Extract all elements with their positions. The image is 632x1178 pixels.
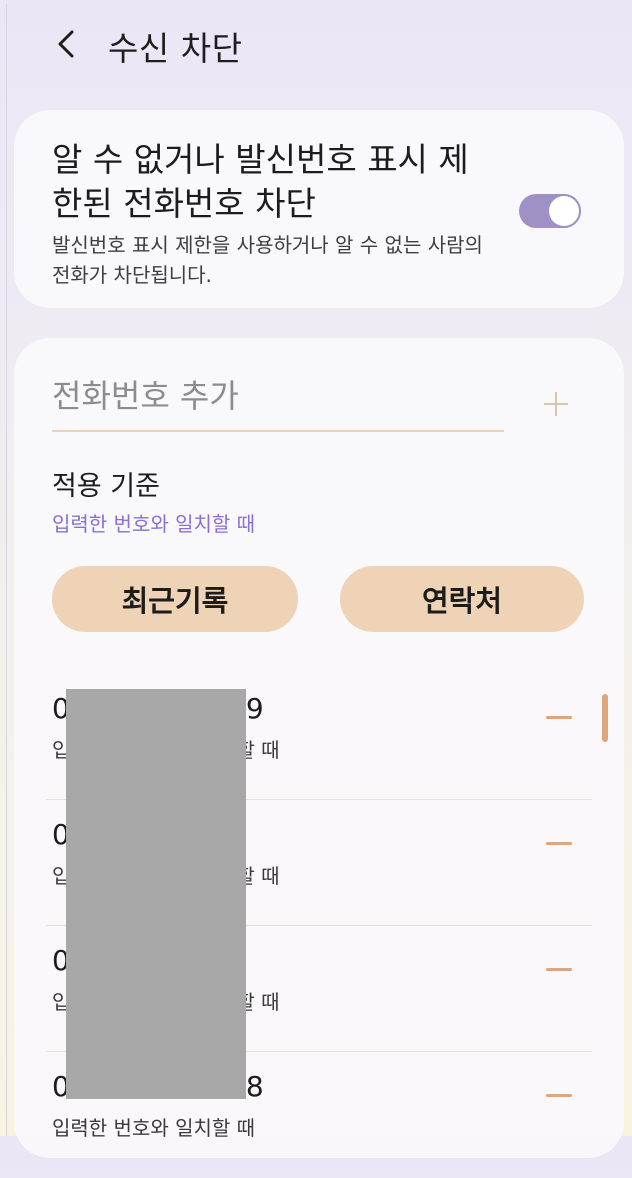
recent-log-button[interactable]: 최근기록 <box>52 566 298 632</box>
page-title: 수신 차단 <box>108 29 243 68</box>
criteria-value[interactable]: 입력한 번호와 일치할 때 <box>52 508 255 537</box>
remove-number-button[interactable] <box>542 954 578 984</box>
unknown-block-card[interactable]: 알 수 없거나 발신번호 표시 제한된 전화번호 차단 발신번호 표시 제한을 … <box>14 110 624 308</box>
scrollbar[interactable] <box>602 694 608 742</box>
remove-number-button[interactable] <box>542 1080 578 1110</box>
add-number-input[interactable] <box>52 368 504 424</box>
chevron-left-icon <box>58 30 74 58</box>
criteria-label[interactable]: 적용 기준 <box>52 464 160 503</box>
header: 수신 차단 <box>0 0 632 92</box>
plus-icon[interactable] <box>536 384 576 424</box>
remove-number-button[interactable] <box>542 828 578 858</box>
back-button[interactable] <box>44 20 88 68</box>
toggle-knob <box>549 196 579 226</box>
unknown-block-toggle[interactable] <box>519 194 581 228</box>
remove-number-button[interactable] <box>542 702 578 732</box>
unknown-block-description: 발신번호 표시 제한을 사용하거나 알 수 없는 사람의 전화가 차단됩니다. <box>52 233 483 287</box>
contacts-button[interactable]: 연락처 <box>340 566 584 632</box>
unknown-block-title: 알 수 없거나 발신번호 표시 제한된 전화번호 차단 <box>52 140 469 223</box>
add-number-field <box>52 368 504 432</box>
blocked-number-criteria: 입력한 번호와 일치할 때 <box>52 1116 256 1140</box>
redaction-block <box>66 689 246 1099</box>
